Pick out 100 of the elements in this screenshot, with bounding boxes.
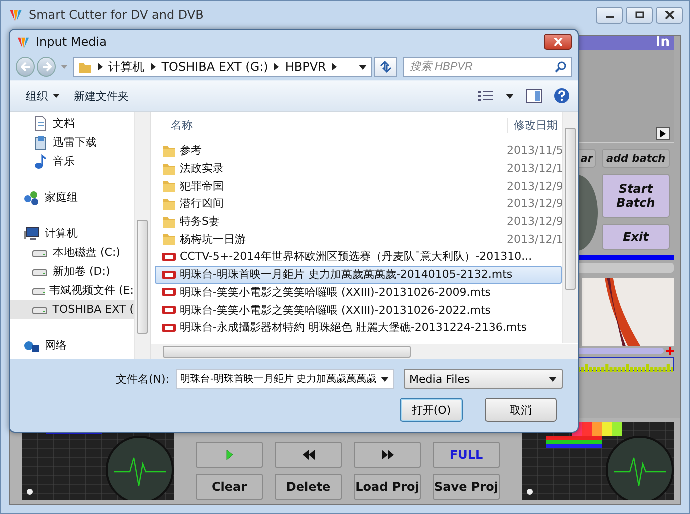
view-list-icon[interactable]	[478, 90, 494, 102]
scrollbar[interactable]	[562, 112, 578, 343]
nav-item[interactable]: 迅雷下载	[10, 133, 134, 152]
video-file-icon	[162, 305, 176, 316]
control-button[interactable]: Clear	[196, 474, 263, 500]
nav-item[interactable]: 新加卷 (D:)	[10, 262, 134, 281]
back-arrow-icon	[20, 62, 31, 72]
file-name: 特务S妻	[180, 214, 221, 230]
file-name: 参考	[180, 143, 203, 158]
refresh-button[interactable]	[374, 57, 397, 77]
file-row[interactable]: 明珠台-明珠首映一月鉅片 史力加萬歲萬萬歲-20140105-2132.mts	[155, 266, 562, 284]
rewind-button[interactable]	[275, 442, 342, 468]
nav-item[interactable]: 音乐	[10, 152, 134, 171]
nav-item[interactable]: 家庭组	[10, 188, 134, 207]
file-row[interactable]: 明珠台-笑笑小電影之笑笑哈囉喂 (XXIII)-20131026-2022.mts	[155, 301, 562, 319]
search-field[interactable]: 搜索 HBPVR	[403, 57, 572, 77]
nav-item[interactable]: 计算机	[10, 224, 134, 243]
fast-forward-button[interactable]	[354, 442, 421, 468]
maximize-icon	[634, 11, 644, 19]
address-bar[interactable]: 计算机 TOSHIBA EXT (G:) HBPVR	[72, 57, 372, 77]
chevron-icon	[150, 63, 156, 71]
file-name: CCTV-5+-2014年世界杯欧洲区预选赛（丹麦队¯意大利队）-201310...	[180, 249, 534, 264]
file-name: 犯罪帝国	[180, 178, 225, 194]
help-icon[interactable]	[554, 88, 570, 104]
download-icon	[34, 134, 48, 150]
caret-icon[interactable]	[359, 64, 368, 70]
nav-item[interactable]: 韦斌视频文件 (E:	[10, 281, 134, 300]
nav-item[interactable]: 文档	[10, 114, 134, 133]
maximize-button[interactable]	[626, 6, 653, 24]
file-name: 明珠台-笑笑小電影之笑笑哈囉喂 (XXIII)-20131026-2009.mts	[180, 284, 492, 300]
caret-icon[interactable]	[380, 376, 389, 382]
minimize-button[interactable]	[596, 6, 623, 24]
breadcrumb-item[interactable]: TOSHIBA EXT (G:)	[162, 60, 268, 74]
caret-icon[interactable]	[506, 94, 514, 98]
file-date: 2013/12/1	[507, 232, 561, 246]
folder-icon	[162, 196, 176, 211]
file-date: 2013/12/1	[507, 162, 561, 176]
video-file-icon	[162, 322, 176, 333]
column-header[interactable]: 名称	[171, 118, 193, 132]
nav-item[interactable]: 网络	[10, 336, 134, 355]
file-name: 明珠台-明珠首映一月鉅片 史力加萬歲萬萬歲-20140105-2132.mts	[180, 267, 514, 282]
triangle-right-icon	[660, 130, 666, 138]
refresh-icon	[378, 61, 393, 73]
folder-icon	[162, 232, 176, 246]
caret-icon	[548, 376, 557, 382]
file-name: 法政实录	[180, 161, 225, 176]
nav-item[interactable]: 本地磁盘 (C:)	[10, 243, 134, 262]
play-icon	[226, 449, 234, 461]
chevron-icon	[98, 63, 103, 71]
nav-item[interactable]: TOSHIBA EXT (	[10, 300, 134, 319]
file-row[interactable]: 法政实录 2013/12/1	[155, 160, 562, 178]
close-button[interactable]	[544, 34, 572, 50]
control-button[interactable]: Delete	[275, 474, 342, 500]
breadcrumb-item[interactable]: HBPVR	[285, 60, 326, 74]
close-icon	[664, 11, 674, 19]
control-button[interactable]: Load Proj	[354, 474, 421, 500]
file-name: 潜行凶间	[180, 196, 225, 212]
fast-forward-icon	[380, 449, 394, 461]
action-button[interactable]: Start Batch	[602, 174, 670, 218]
scrollbar[interactable]	[151, 344, 578, 359]
organize-menu[interactable]: 组织	[24, 86, 62, 106]
file-type-dropdown[interactable]: Media Files	[404, 369, 563, 389]
forward-arrow-icon	[42, 62, 52, 72]
close-icon	[554, 38, 562, 46]
computer-icon	[24, 226, 40, 242]
folder-icon	[162, 214, 176, 229]
scrollbar[interactable]	[134, 112, 150, 359]
close-button[interactable]	[656, 6, 683, 24]
file-row[interactable]: 明珠台-笑笑小電影之笑笑哈囉喂 (XXIII)-20131026-2009.mts	[155, 284, 562, 302]
breadcrumb-item[interactable]: 计算机	[108, 58, 145, 76]
control-button[interactable]: Save Proj	[433, 474, 500, 500]
file-row[interactable]: 明珠台-永成攝影器材特約 明珠絕色 壯麗大堡礁-20131224-2136.mts	[155, 318, 562, 337]
video-file-icon	[162, 270, 176, 280]
file-name: 明珠台-笑笑小電影之笑笑哈囉喂 (XXIII)-20131026-2022.mts	[180, 302, 492, 318]
folder-icon	[78, 60, 92, 74]
window-title: Smart Cutter for DV and DVB	[29, 8, 204, 22]
caret-icon	[53, 94, 60, 98]
file-row[interactable]: 杨梅坑一日游 2013/12/1	[155, 230, 562, 248]
file-name: 明珠台-永成攝影器材特約 明珠絕色 壯麗大堡礁-20131224-2136.mts	[180, 320, 528, 336]
document-icon	[34, 116, 48, 132]
file-name-field[interactable]: 明珠台-明珠首映一月鉅片 史力加萬歲萬萬歲	[176, 369, 394, 389]
scroll-right-button[interactable]	[656, 127, 670, 140]
file-name: 杨梅坑一日游	[180, 232, 247, 247]
preview-pane-icon[interactable]	[526, 89, 542, 103]
folder-icon	[162, 144, 176, 158]
toolbar-button[interactable]: 新建文件夹	[72, 86, 131, 106]
dialog-button[interactable]: 取消	[485, 398, 557, 422]
control-button[interactable]: FULL	[433, 442, 500, 468]
file-name-label: 文件名(N):	[116, 372, 170, 386]
chevron-icon	[274, 63, 280, 71]
folder-icon	[162, 179, 176, 194]
action-button[interactable]: Exit	[602, 224, 670, 250]
rewind-icon	[302, 449, 316, 461]
dialog-button[interactable]: 打开(O)	[400, 398, 463, 422]
search-icon[interactable]	[555, 61, 567, 73]
action-button[interactable]: add batch	[602, 149, 670, 168]
logo-icon	[8, 7, 24, 23]
homegroup-icon	[24, 190, 40, 206]
chevron-icon	[332, 63, 338, 71]
file-row[interactable]: CCTV-5+-2014年世界杯欧洲区预选赛（丹麦队¯意大利队）-201310...	[155, 248, 562, 266]
